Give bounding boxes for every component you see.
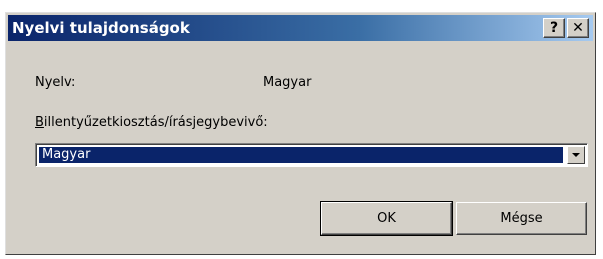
chevron-down-icon	[572, 153, 580, 157]
keyboard-layout-select[interactable]: Magyar	[35, 143, 588, 167]
dropdown-button[interactable]	[567, 146, 585, 164]
close-button[interactable]: ✕	[567, 18, 589, 38]
language-value: Magyar	[263, 75, 312, 90]
ok-button[interactable]: OK	[320, 201, 453, 236]
language-properties-dialog: Nyelvi tulajdonságok ? ✕ Nyelv: Magyar B…	[5, 12, 596, 255]
keyboard-layout-label-accelerator: B	[35, 115, 44, 130]
keyboard-layout-label-text: illentyűzetkiosztás/írásjegybevivő:	[43, 115, 268, 130]
keyboard-layout-label: Billentyűzetkiosztás/írásjegybevivő:	[35, 115, 268, 131]
window-title: Nyelvi tulajdonságok	[12, 19, 190, 37]
language-label: Nyelv:	[35, 75, 76, 90]
keyboard-layout-selected-value[interactable]: Magyar	[39, 147, 563, 163]
close-icon: ✕	[572, 20, 584, 36]
help-button[interactable]: ?	[543, 18, 565, 38]
title-bar[interactable]: Nyelvi tulajdonságok ? ✕	[8, 15, 593, 41]
cancel-button[interactable]: Mégse	[456, 202, 587, 235]
help-icon: ?	[549, 20, 559, 36]
